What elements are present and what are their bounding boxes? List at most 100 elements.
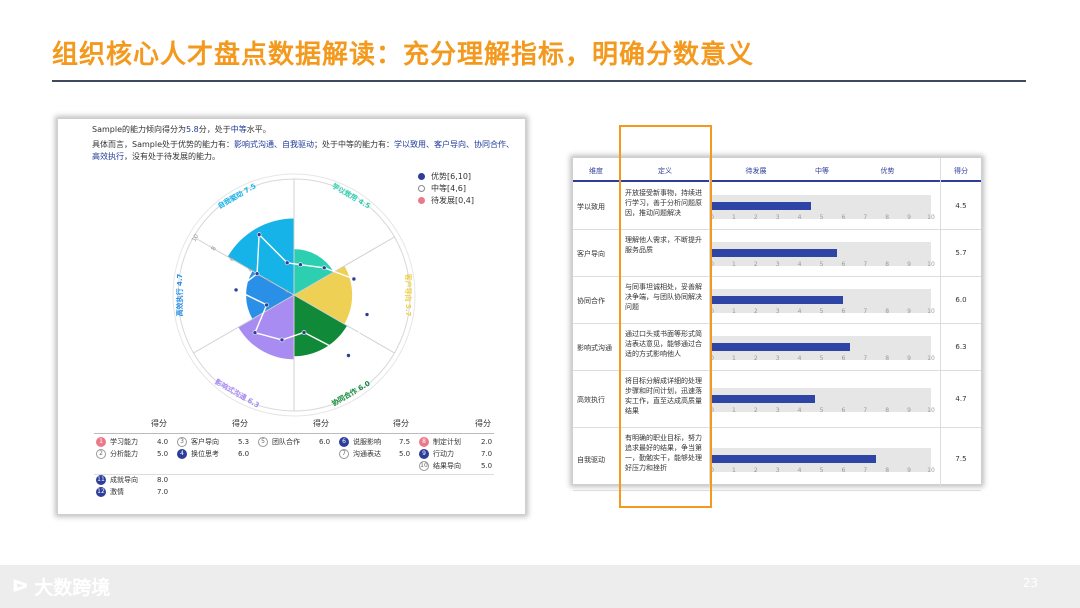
bar-tick-label: 6 <box>841 467 846 474</box>
score-item: 11 成就导向 <box>96 475 138 486</box>
bar-tick-label: 10 <box>927 467 935 474</box>
bar-tick-label: 10 <box>927 261 935 268</box>
score-item: 3 客户导向 <box>177 437 219 447</box>
sub-ability-point <box>279 337 285 343</box>
sub-ability-point <box>351 276 357 282</box>
th-score: 得分 <box>954 167 968 175</box>
score-item-name: 换位思考 <box>191 450 219 458</box>
rose-category-label: 学以致用 4.5 <box>330 181 372 210</box>
sub-ability-point <box>298 262 303 267</box>
bar-tick-label: 4 <box>797 214 802 221</box>
sub-ability-point <box>284 260 290 266</box>
score-bar-track: 0 1 2 3 4 5 6 7 8 9 10 <box>710 289 935 315</box>
legend-label: 中等[4,6] <box>431 183 466 193</box>
score-head: 得分 <box>393 419 409 428</box>
th-low: 待发展 <box>745 167 767 175</box>
score-head: 得分 <box>151 419 167 428</box>
score-item-value: 5.0 <box>399 450 411 458</box>
score-number-badge: 11 <box>96 475 106 486</box>
bar-tick-label: 10 <box>927 214 935 221</box>
row-dimension: 客户导向 <box>577 250 605 258</box>
bar-tick-label: 6 <box>841 214 846 221</box>
bar-tick-label: 2 <box>753 467 758 474</box>
sub-ability-point <box>364 312 370 317</box>
rose-chart-card: Sample的能力倾向得分为5.8分，处于中等水平。 具体而言，Sample处于… <box>57 118 526 515</box>
row-definition: 有明确的职业目标，努力追求最好的结果，争当第一，勤勉实干，能够处理好压力和挫折 <box>625 434 702 472</box>
bar-tick-label: 8 <box>885 261 890 268</box>
bar-tick-label: 3 <box>775 355 780 362</box>
brand-name: 大数跨境 <box>34 577 111 599</box>
score-bar-fill <box>712 202 811 210</box>
score-item-name: 制定计划 <box>433 438 461 446</box>
bar-tick-label: 7 <box>863 407 868 414</box>
score-divider-secondary <box>94 474 494 475</box>
score-number-badge: 10 <box>419 461 429 471</box>
bar-tick-label: 4 <box>797 355 802 362</box>
score-item-name: 团队合作 <box>272 438 300 446</box>
score-item-value: 6.0 <box>238 450 250 458</box>
table-column-divider <box>619 158 620 486</box>
score-item-name: 客户导向 <box>191 438 219 446</box>
row-score: 4.5 <box>955 202 967 210</box>
bar-tick-label: 8 <box>885 214 890 221</box>
score-divider <box>94 433 494 434</box>
bar-tick-label: 7 <box>863 214 868 221</box>
bar-tick-label: 1 <box>731 308 736 315</box>
bar-tick-label: 10 <box>927 407 935 414</box>
row-score: 7.5 <box>955 455 967 463</box>
table-row: 自我驱动 有明确的职业目标，努力追求最好的结果，争当第一，勤勉实干，能够处理好压力… <box>573 429 981 491</box>
bar-tick-label: 4 <box>797 261 802 268</box>
score-item: 12 激情 <box>96 487 124 498</box>
bar-tick-label: 1 <box>731 261 736 268</box>
score-item: 6 说服影响 <box>339 437 381 447</box>
bar-tick-label: 4 <box>797 407 802 414</box>
bar-tick-label: 7 <box>863 261 868 268</box>
score-bar-fill <box>712 455 877 463</box>
table-row: 高效执行 将目标分解成详细的处理步骤和时间计划，迅速落实工作，直至达成高质量结果 0… <box>573 372 981 428</box>
bar-tick-label: 7 <box>863 467 868 474</box>
th-dim: 维度 <box>589 167 603 175</box>
score-item-value: 6.0 <box>319 438 331 446</box>
score-item-value: 7.5 <box>399 438 411 446</box>
score-item-value: 7.0 <box>481 450 493 458</box>
bar-tick-label: 5 <box>819 308 824 315</box>
row-definition: 将目标分解成详细的处理步骤和时间计划，迅速落实工作，直至达成高质量结果 <box>625 377 702 415</box>
score-item-value: 2.0 <box>481 438 493 446</box>
score-item: 8 制定计划 <box>419 437 461 447</box>
bar-tick-label: 9 <box>907 308 911 315</box>
bar-tick-label: 2 <box>753 261 758 268</box>
bar-tick-label: 4 <box>797 467 802 474</box>
table-column-divider <box>709 158 710 486</box>
bar-tick-label: 2 <box>753 355 758 362</box>
score-column-heads: 得分 得分 得分 得分 得分 <box>58 418 525 430</box>
bar-tick-label: 9 <box>907 261 911 268</box>
row-score: 6.3 <box>955 343 967 351</box>
bar-tick-label: 9 <box>907 214 911 221</box>
score-number-badge: 8 <box>419 437 429 447</box>
rose-category-label: 客户导向 5.7 <box>404 273 413 317</box>
score-item-name: 成就导向 <box>110 476 138 485</box>
row-dimension: 学以致用 <box>577 203 605 211</box>
bar-tick-label: 10 <box>927 355 935 362</box>
bar-tick-label: 9 <box>907 407 911 414</box>
bar-tick-label: 2 <box>753 407 758 414</box>
score-bar-fill <box>712 296 844 304</box>
bar-tick-label: 5 <box>819 261 824 268</box>
row-definition: 与同事坦诚相处，妥善解决争端，与团队协同解决问题 <box>625 283 702 311</box>
rose-category-label: 高效执行 4.7 <box>175 273 184 316</box>
bar-tick-label: 8 <box>885 407 890 414</box>
score-number-badge: 3 <box>177 437 187 447</box>
bar-tick-label: 6 <box>841 261 846 268</box>
score-bar-fill <box>712 395 815 403</box>
rose-category-label: 自我驱动 7.5 <box>216 181 258 210</box>
legend-label: 待发展[0,4] <box>431 195 474 205</box>
bar-tick-label: 7 <box>863 355 868 362</box>
score-item-value: 5.3 <box>238 438 250 446</box>
score-bar-track: 0 1 2 3 4 5 6 7 8 9 10 <box>710 336 935 362</box>
score-item-name: 激情 <box>110 488 124 497</box>
bar-tick-label: 1 <box>731 214 736 221</box>
bar-tick-label: 9 <box>907 467 911 474</box>
score-number-badge: 9 <box>419 449 429 459</box>
rose-tick-label: 8 <box>210 245 218 252</box>
row-dimension: 协同合作 <box>577 297 605 305</box>
